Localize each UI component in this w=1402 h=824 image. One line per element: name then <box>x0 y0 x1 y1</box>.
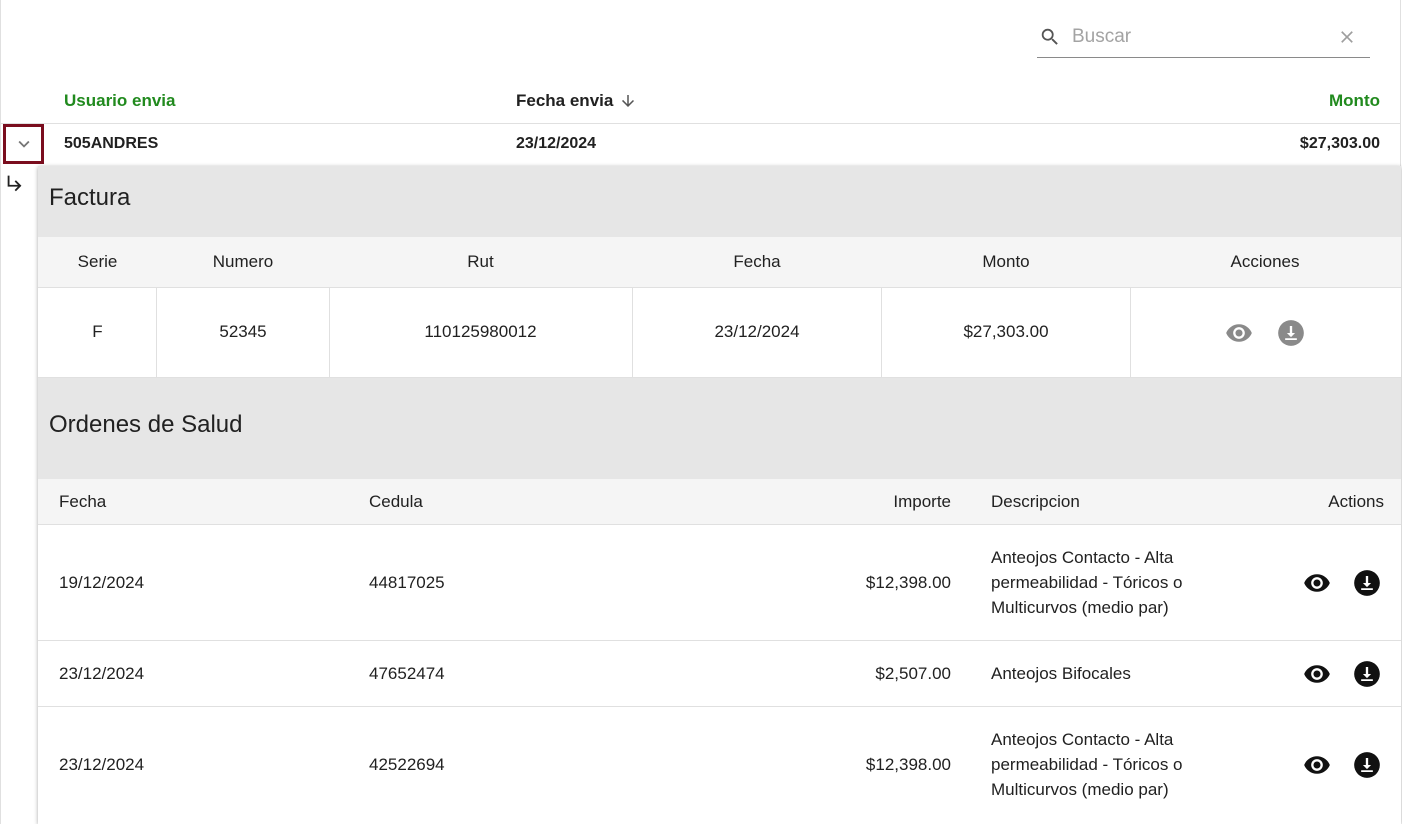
row-fecha: 23/12/2024 <box>516 135 597 152</box>
factura-download-button[interactable] <box>1277 319 1305 347</box>
main-table-header: Usuario envia Fecha envia Monto <box>0 82 1401 124</box>
ordenes-header-actions: Actions <box>1328 492 1384 511</box>
orden-cedula: 47652474 <box>369 664 445 683</box>
factura-actions <box>1225 319 1305 347</box>
ordenes-header-cedula: Cedula <box>369 492 423 511</box>
orden-actions <box>1303 751 1381 779</box>
download-icon <box>1278 320 1304 346</box>
orden-importe: $12,398.00 <box>865 573 951 592</box>
ordenes-header-importe: Importe <box>893 492 951 511</box>
download-icon <box>1354 570 1380 596</box>
header-fecha-envia[interactable]: Fecha envia <box>516 91 637 111</box>
factura-header: Serie Numero Rut Fecha Monto Acciones <box>38 237 1401 288</box>
table-row: 23/12/2024 47652474 $2,507.00 Anteojos B… <box>38 641 1401 707</box>
factura-header-numero: Numero <box>212 252 274 271</box>
factura-header-acciones: Acciones <box>1230 252 1300 271</box>
factura-header-monto: Monto <box>982 252 1030 271</box>
eye-icon <box>1304 665 1330 683</box>
factura-monto: $27,303.00 <box>963 322 1049 341</box>
header-usuario-envia[interactable]: Usuario envia <box>64 91 176 111</box>
orden-actions <box>1303 569 1381 597</box>
orden-fecha: 19/12/2024 <box>59 573 145 592</box>
orden-importe: $2,507.00 <box>875 664 951 683</box>
factura-row: F 52345 110125980012 23/12/2024 $27,303.… <box>38 288 1401 378</box>
orden-view-button[interactable] <box>1303 569 1331 597</box>
search-icon <box>1041 28 1058 45</box>
header-fecha-envia-label: Fecha envia <box>516 91 614 110</box>
orden-fecha: 23/12/2024 <box>59 664 145 683</box>
orden-download-button[interactable] <box>1353 569 1381 597</box>
ordenes-header-descripcion: Descripcion <box>991 492 1080 511</box>
factura-fecha: 23/12/2024 <box>714 322 800 341</box>
eye-icon <box>1304 574 1330 592</box>
eye-icon <box>1304 756 1330 774</box>
expand-toggle-button[interactable] <box>3 124 44 164</box>
header-monto[interactable]: Monto <box>1329 91 1380 111</box>
orden-download-button[interactable] <box>1353 660 1381 688</box>
row-monto: $27,303.00 <box>1299 135 1380 152</box>
factura-rut: 110125980012 <box>424 322 537 341</box>
arrow-down-icon <box>622 95 635 107</box>
search-input[interactable] <box>1072 24 1327 50</box>
orden-download-button[interactable] <box>1353 751 1381 779</box>
download-icon <box>1354 661 1380 687</box>
orden-descripcion: Anteojos Contacto - Alta permeabilidad -… <box>991 730 1183 799</box>
chevron-down-icon <box>18 140 29 148</box>
subdirectory-arrow-icon <box>7 175 22 192</box>
orden-view-button[interactable] <box>1303 751 1331 779</box>
ordenes-header: Fecha Cedula Importe Descripcion Actions <box>38 479 1401 525</box>
ordenes-header-fecha: Fecha <box>59 492 107 511</box>
factura-title: Factura <box>38 166 1401 237</box>
orden-cedula: 44817025 <box>369 573 445 592</box>
factura-view-button[interactable] <box>1225 319 1253 347</box>
factura-numero: 52345 <box>219 322 267 341</box>
detail-panel: Factura Serie Numero Rut Fecha Monto Acc… <box>38 166 1401 824</box>
orden-fecha: 23/12/2024 <box>59 755 145 774</box>
row-usuario: 505ANDRES <box>64 135 159 152</box>
orden-importe: $12,398.00 <box>865 755 951 774</box>
orden-descripcion: Anteojos Bifocales <box>991 664 1131 683</box>
orden-descripcion: Anteojos Contacto - Alta permeabilidad -… <box>991 548 1183 617</box>
search-bar <box>1037 18 1370 58</box>
orden-cedula: 42522694 <box>369 755 445 774</box>
table-row: 19/12/2024 44817025 $12,398.00 Anteojos … <box>38 525 1401 641</box>
factura-header-rut: Rut <box>467 252 494 271</box>
ordenes-title: Ordenes de Salud <box>38 378 1401 479</box>
orden-view-button[interactable] <box>1303 660 1331 688</box>
factura-header-fecha: Fecha <box>733 252 781 271</box>
close-icon[interactable] <box>1337 27 1357 47</box>
table-row: 23/12/2024 42522694 $12,398.00 Anteojos … <box>38 707 1401 824</box>
download-icon <box>1354 752 1380 778</box>
eye-icon <box>1226 324 1252 342</box>
factura-serie: F <box>92 322 103 341</box>
table-row: 505ANDRES 23/12/2024 $27,303.00 <box>0 124 1401 166</box>
orden-actions <box>1303 660 1381 688</box>
factura-header-serie: Serie <box>77 252 118 271</box>
